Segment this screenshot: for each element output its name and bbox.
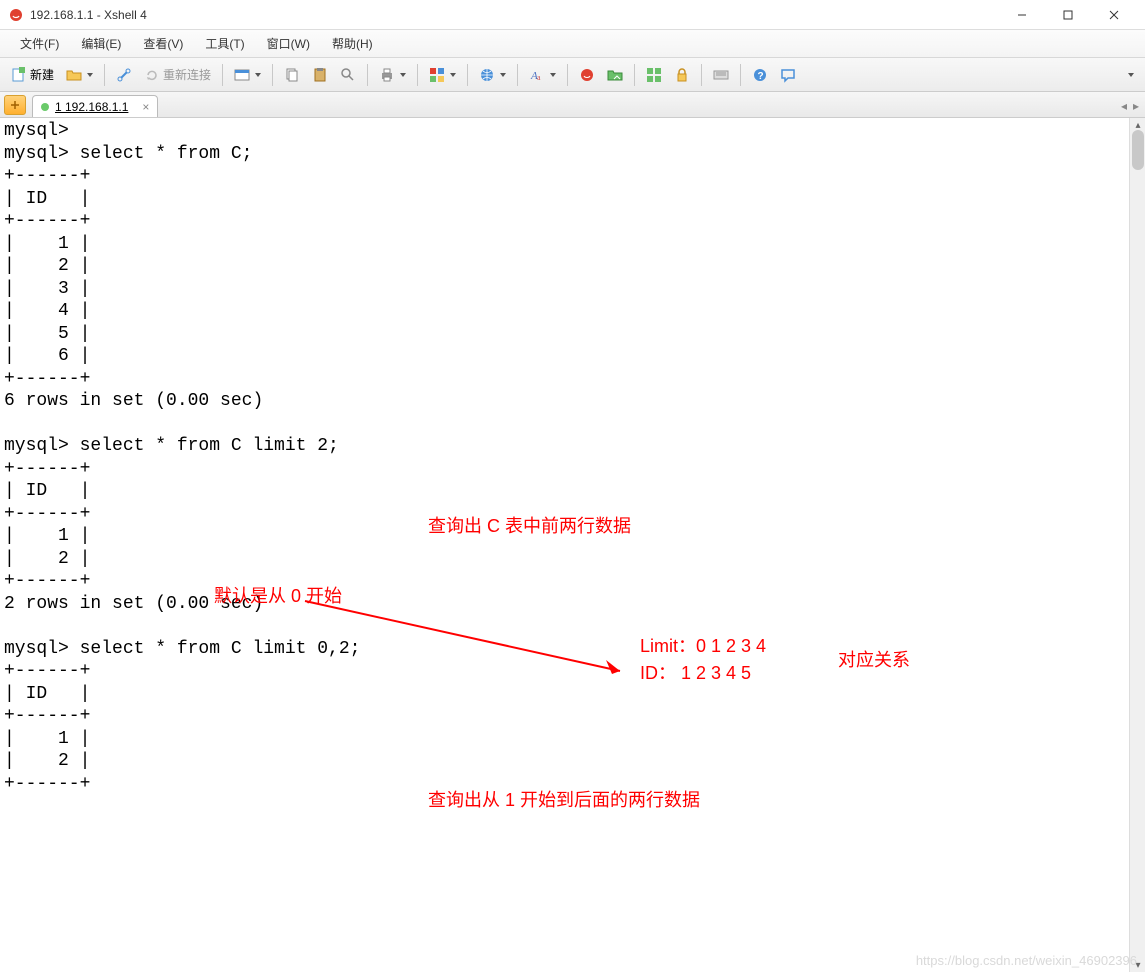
reconnect-button[interactable]: 重新连接 — [139, 63, 216, 87]
tab-nav: ◂ ▸ — [1121, 99, 1139, 113]
watermark: https://blog.csdn.net/weixin_46902396 — [916, 953, 1137, 968]
globe-button[interactable] — [474, 63, 511, 87]
open-button[interactable] — [61, 63, 98, 87]
status-dot-icon — [41, 103, 49, 111]
titlebar: 192.168.1.1 - Xshell 4 — [0, 0, 1145, 30]
separator — [740, 64, 741, 86]
help-button[interactable]: ? — [747, 63, 773, 87]
menu-tools[interactable]: 工具(T) — [195, 31, 254, 56]
new-button[interactable]: 新建 — [6, 63, 59, 87]
annotation-4: 查询出从 1 开始到后面的两行数据 — [428, 786, 700, 812]
reconnect-label: 重新连接 — [163, 66, 211, 83]
paste-button[interactable] — [307, 63, 333, 87]
tile-button[interactable] — [641, 63, 667, 87]
toolbar-overflow[interactable] — [1121, 63, 1139, 87]
menu-help[interactable]: 帮助(H) — [322, 31, 383, 56]
window-title: 192.168.1.1 - Xshell 4 — [30, 8, 999, 22]
script-button[interactable] — [574, 63, 600, 87]
annotation-3-line1: Limit：0 1 2 3 4 — [640, 633, 766, 660]
profile-button[interactable] — [229, 63, 266, 87]
annotation-1: 查询出 C 表中前两行数据 — [428, 512, 631, 538]
session-tab[interactable]: 1 192.168.1.1 × — [32, 95, 158, 117]
toolbar: 新建 重新连接 Aa ? — [0, 58, 1145, 92]
annotation-arrow-icon — [300, 596, 640, 686]
terminal-area: mysql> mysql> select * from C; +------+ … — [0, 118, 1145, 972]
print-button[interactable] — [374, 63, 411, 87]
annotation-3-line2: ID： 1 2 3 4 5 — [640, 660, 766, 687]
separator — [367, 64, 368, 86]
terminal-output[interactable]: mysql> mysql> select * from C; +------+ … — [0, 118, 1145, 797]
font-button[interactable]: Aa — [524, 63, 561, 87]
new-button-label: 新建 — [30, 66, 54, 83]
add-tab-button[interactable] — [4, 95, 26, 115]
scroll-thumb[interactable] — [1132, 130, 1144, 170]
menu-window[interactable]: 窗口(W) — [257, 31, 320, 56]
tabbar: 1 192.168.1.1 × ◂ ▸ — [0, 92, 1145, 118]
maximize-button[interactable] — [1045, 0, 1091, 30]
separator — [417, 64, 418, 86]
separator — [701, 64, 702, 86]
app-icon — [8, 7, 24, 23]
color-scheme-button[interactable] — [424, 63, 461, 87]
svg-text:a: a — [537, 73, 541, 82]
minimize-button[interactable] — [999, 0, 1045, 30]
svg-text:?: ? — [758, 71, 764, 82]
separator — [272, 64, 273, 86]
separator — [222, 64, 223, 86]
menu-file[interactable]: 文件(F) — [10, 31, 69, 56]
copy-button[interactable] — [279, 63, 305, 87]
tab-next-icon[interactable]: ▸ — [1133, 99, 1139, 113]
separator — [517, 64, 518, 86]
tab-close-icon[interactable]: × — [142, 100, 149, 114]
tab-label: 1 192.168.1.1 — [55, 100, 128, 114]
separator — [104, 64, 105, 86]
link-button[interactable] — [111, 63, 137, 87]
close-button[interactable] — [1091, 0, 1137, 30]
separator — [634, 64, 635, 86]
menu-view[interactable]: 查看(V) — [133, 31, 193, 56]
search-button[interactable] — [335, 63, 361, 87]
scrollbar[interactable]: ▴ ▾ — [1129, 118, 1145, 972]
transfer-button[interactable] — [602, 63, 628, 87]
keyboard-button[interactable] — [708, 63, 734, 87]
separator — [567, 64, 568, 86]
menu-edit[interactable]: 编辑(E) — [71, 31, 131, 56]
tab-prev-icon[interactable]: ◂ — [1121, 99, 1127, 113]
separator — [467, 64, 468, 86]
chat-button[interactable] — [775, 63, 801, 87]
annotation-3-side: 对应关系 — [838, 646, 910, 672]
menubar: 文件(F) 编辑(E) 查看(V) 工具(T) 窗口(W) 帮助(H) — [0, 30, 1145, 58]
annotation-3: Limit：0 1 2 3 4 ID： 1 2 3 4 5 — [640, 633, 766, 687]
lock-button[interactable] — [669, 63, 695, 87]
